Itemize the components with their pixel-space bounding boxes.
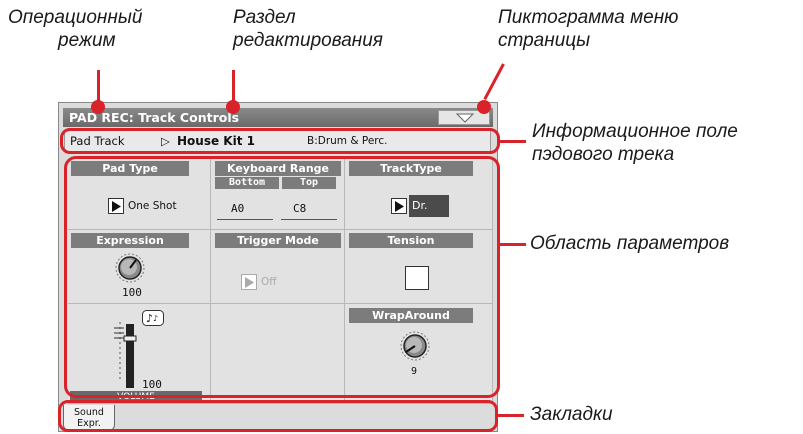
callout-pointer	[498, 140, 526, 143]
tabs-highlight	[58, 400, 498, 432]
callout-dot	[226, 100, 240, 114]
operating-mode-callout: Операционный режим	[8, 6, 142, 52]
callout-pointer	[232, 70, 235, 104]
tabs-callout: Закладки	[530, 403, 613, 426]
callout-line: режим	[58, 30, 116, 51]
info-bar-highlight	[60, 128, 500, 154]
callout-line: пэдового трека	[532, 144, 675, 165]
callout-line: Операционный	[8, 7, 143, 28]
callout-pointer	[496, 414, 524, 417]
page-menu-callout: Пиктограмма меню страницы	[498, 6, 678, 52]
param-area-callout: Область параметров	[530, 232, 729, 255]
triangle-down-icon	[456, 113, 474, 123]
page-title-bar: PAD REC: Track Controls	[63, 108, 493, 127]
callout-line: Закладки	[530, 404, 613, 425]
callout-pointer	[97, 70, 100, 104]
callout-dot	[91, 100, 105, 114]
callout-dot	[477, 100, 491, 114]
info-field-callout: Информационное поле пэдового трека	[532, 120, 738, 166]
callout-pointer	[498, 243, 526, 246]
callout-line: Пиктограмма меню	[498, 7, 679, 28]
edit-section-callout: Раздел редактирования	[233, 6, 383, 52]
callout-line: Область параметров	[530, 233, 730, 254]
parameter-area-highlight	[64, 156, 500, 398]
callout-line: Информационное поле	[532, 121, 738, 142]
callout-line: страницы	[498, 30, 591, 51]
callout-pointer	[483, 63, 505, 101]
callout-line: редактирования	[233, 30, 383, 51]
callout-line: Раздел	[233, 7, 296, 28]
